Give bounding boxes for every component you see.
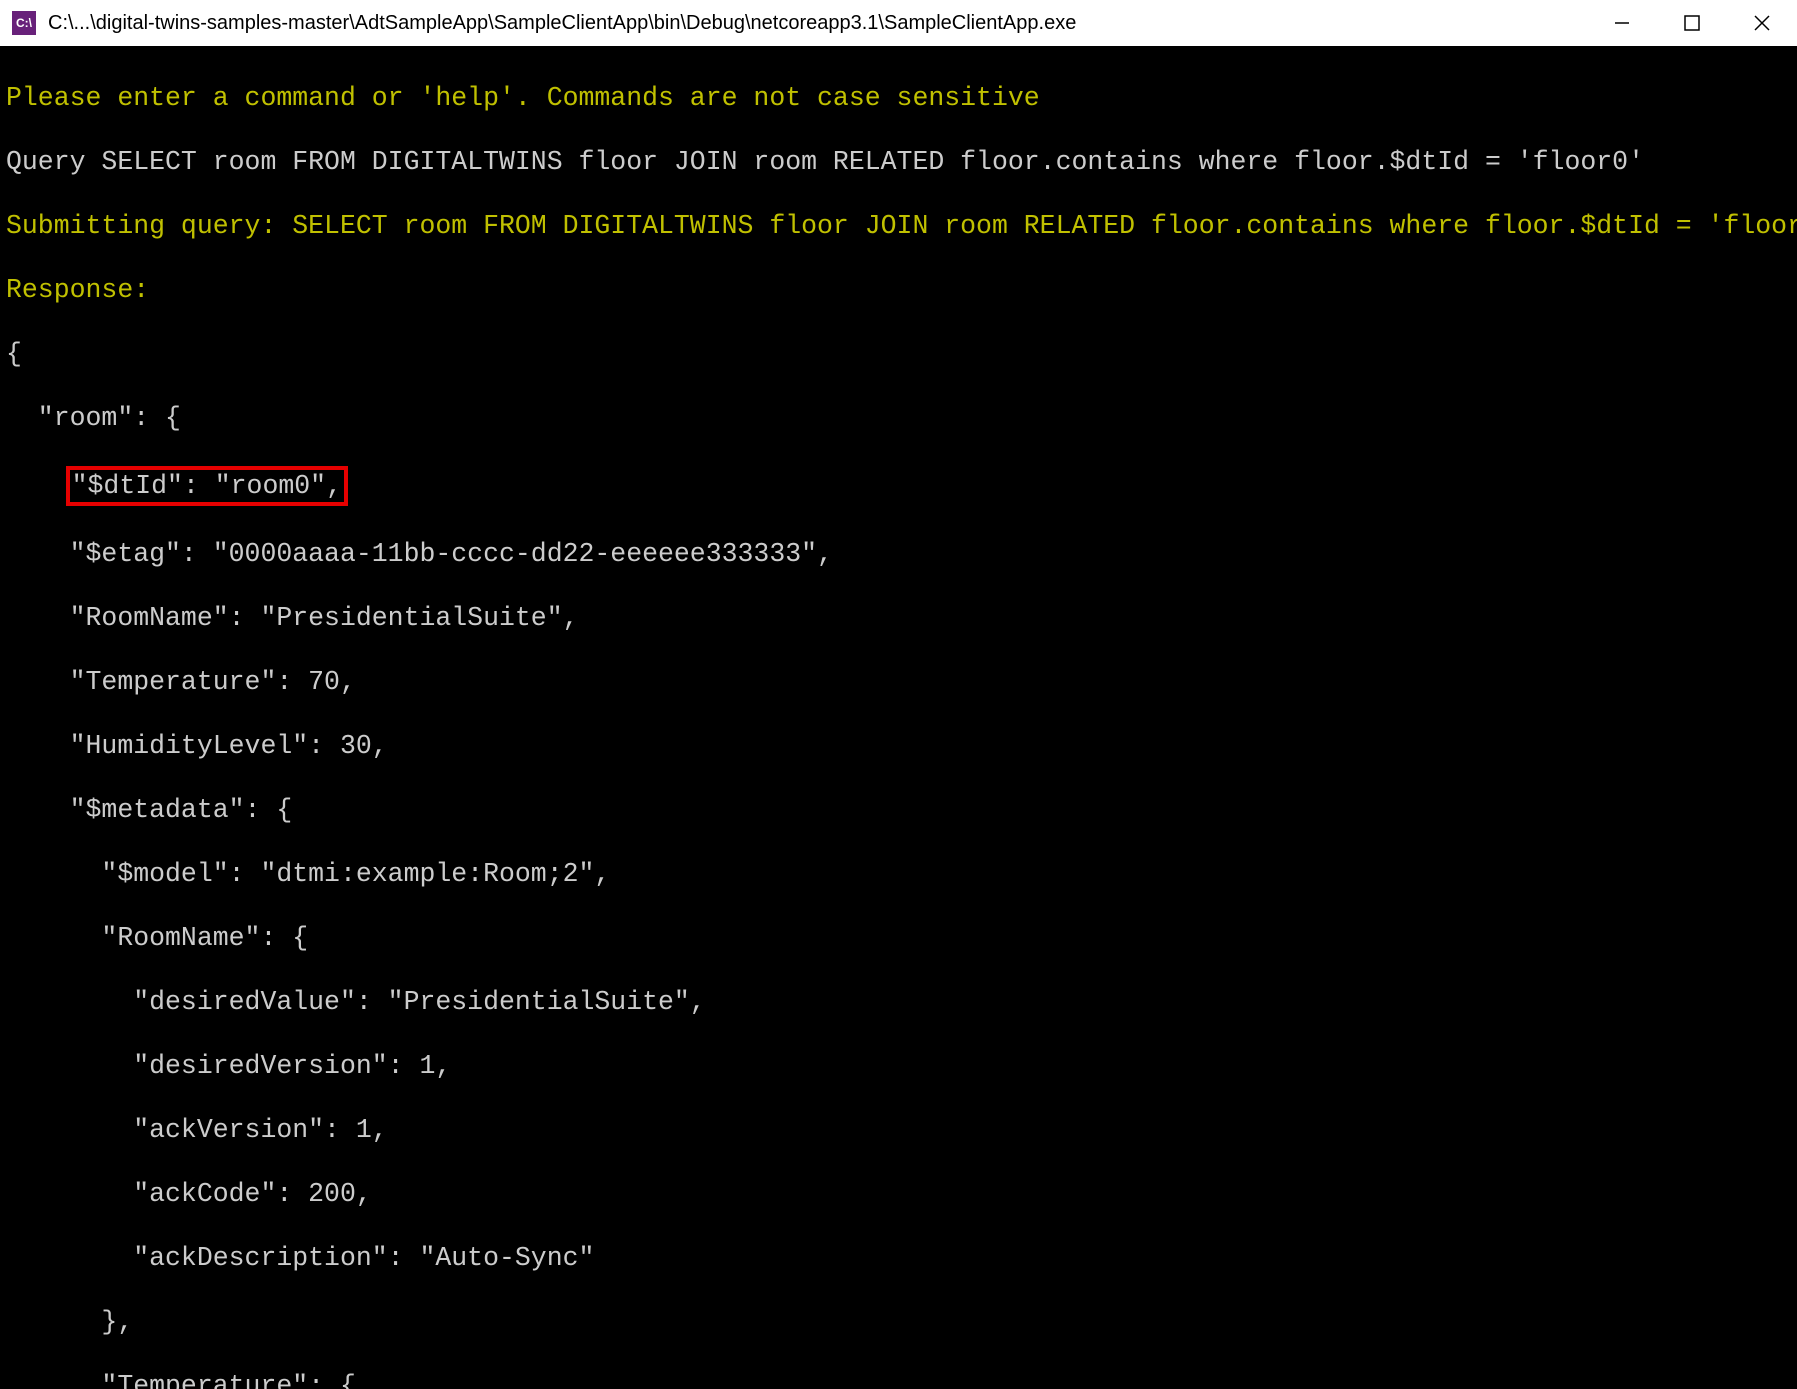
query-command-line: Query SELECT room FROM DIGITALTWINS floo… — [6, 146, 1791, 178]
submitting-line: Submitting query: SELECT room FROM DIGIT… — [6, 210, 1791, 242]
json-line: "RoomName": { — [6, 922, 1791, 954]
window-title: C:\...\digital-twins-samples-master\AdtS… — [48, 12, 1587, 35]
json-dtid-line: "$dtId": "room0", — [6, 466, 1791, 506]
maximize-button[interactable] — [1657, 0, 1727, 46]
app-icon: C:\ — [12, 11, 36, 35]
json-line: "RoomName": "PresidentialSuite", — [6, 602, 1791, 634]
json-line: "room": { — [6, 402, 1791, 434]
json-line: "HumidityLevel": 30, — [6, 730, 1791, 762]
json-line: "Temperature": { — [6, 1370, 1791, 1389]
prompt-line: Please enter a command or 'help'. Comman… — [6, 82, 1791, 114]
terminal-output[interactable]: Please enter a command or 'help'. Comman… — [0, 46, 1797, 1389]
response-label: Response: — [6, 274, 1791, 306]
minimize-button[interactable] — [1587, 0, 1657, 46]
window-titlebar: C:\ C:\...\digital-twins-samples-master\… — [0, 0, 1797, 46]
close-button[interactable] — [1727, 0, 1797, 46]
json-line: "$model": "dtmi:example:Room;2", — [6, 858, 1791, 890]
json-line: "$metadata": { — [6, 794, 1791, 826]
json-line: "ackCode": 200, — [6, 1178, 1791, 1210]
window-controls — [1587, 0, 1797, 46]
json-line: "ackVersion": 1, — [6, 1114, 1791, 1146]
json-line: "desiredValue": "PresidentialSuite", — [6, 986, 1791, 1018]
json-line: "desiredVersion": 1, — [6, 1050, 1791, 1082]
json-line: "Temperature": 70, — [6, 666, 1791, 698]
json-line: "$etag": "0000aaaa-11bb-cccc-dd22-eeeeee… — [6, 538, 1791, 570]
json-line: }, — [6, 1306, 1791, 1338]
json-line: "ackDescription": "Auto-Sync" — [6, 1242, 1791, 1274]
json-line: { — [6, 338, 1791, 370]
highlight-box: "$dtId": "room0", — [66, 466, 348, 506]
